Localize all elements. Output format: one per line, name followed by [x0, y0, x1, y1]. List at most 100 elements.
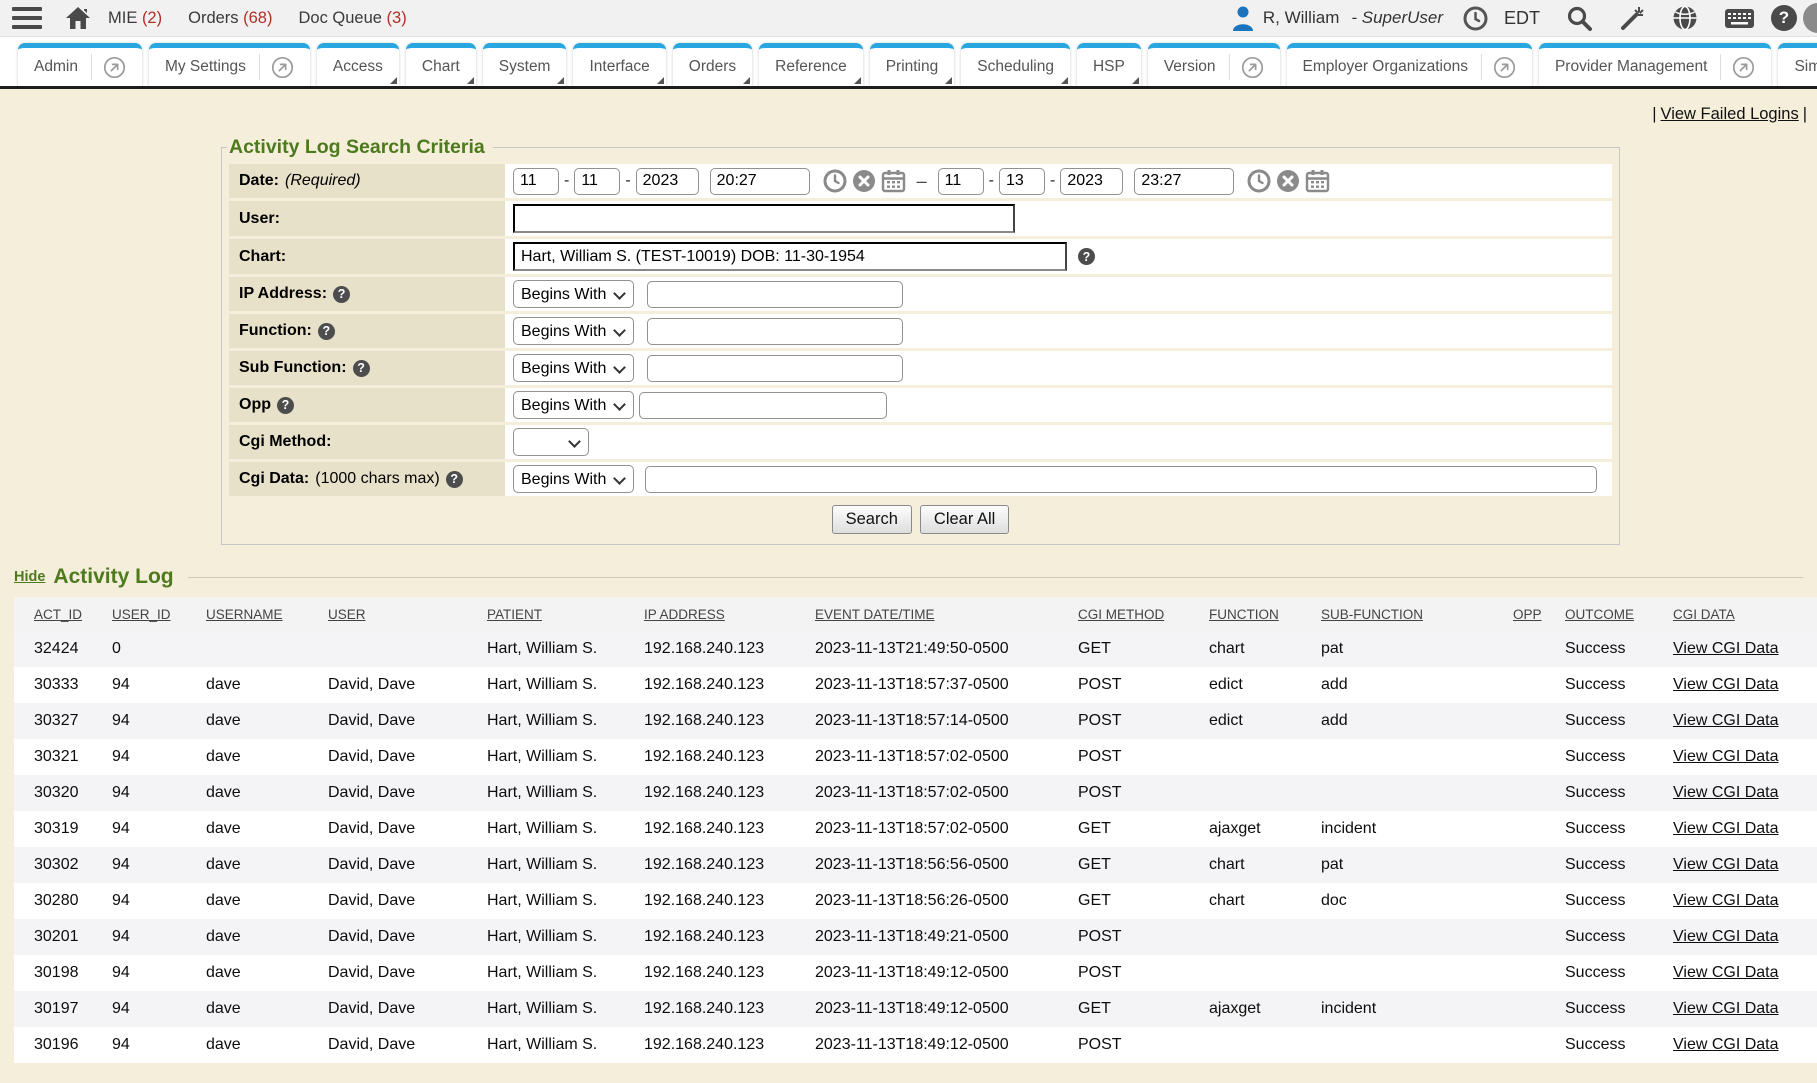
cgi-method-select[interactable] [513, 428, 589, 456]
clipped-edge-icon[interactable] [1803, 3, 1817, 33]
time-to-input[interactable] [1134, 168, 1234, 195]
view-cgi-data-link[interactable]: View CGI Data [1673, 928, 1779, 945]
view-cgi-data-link[interactable]: View CGI Data [1673, 1000, 1779, 1017]
date-to-month-input[interactable] [938, 168, 984, 195]
module-tab[interactable]: Chart [406, 43, 476, 86]
column-sort-link[interactable]: IP ADDRESS [644, 607, 725, 622]
function-help-icon[interactable]: ? [318, 323, 335, 340]
view-cgi-data-link[interactable]: View CGI Data [1673, 712, 1779, 729]
date-from-month-input[interactable] [513, 168, 559, 195]
cgi-data-label: Cgi Data: [239, 470, 309, 488]
cgi-data-input[interactable] [645, 466, 1597, 493]
view-cgi-data-link[interactable]: View CGI Data [1673, 820, 1779, 837]
column-sort-link[interactable]: EVENT DATE/TIME [815, 607, 935, 622]
module-tab[interactable]: Reference [759, 43, 863, 86]
chart-help-icon[interactable]: ? [1078, 248, 1095, 265]
view-cgi-data-link[interactable]: View CGI Data [1673, 676, 1779, 693]
column-sort-link[interactable]: CGI METHOD [1078, 607, 1164, 622]
cell-act-id: 30302 [14, 847, 92, 883]
date-from-day-input[interactable] [574, 168, 620, 195]
ip-match-select[interactable]: Begins With [513, 280, 634, 308]
module-tab[interactable]: Provider Management [1539, 43, 1772, 86]
ip-input[interactable] [647, 281, 903, 308]
module-tab[interactable]: My Settings [149, 43, 310, 86]
cgi-data-match-select[interactable]: Begins With [513, 465, 634, 493]
magic-wand-icon[interactable] [1619, 5, 1646, 32]
ip-help-icon[interactable]: ? [333, 286, 350, 303]
clear-date-icon[interactable] [852, 169, 876, 193]
time-picker-icon[interactable] [1247, 169, 1271, 193]
date-to-year-input[interactable] [1060, 168, 1123, 195]
top-nav-item[interactable]: Orders (68) [188, 9, 272, 28]
time-from-input[interactable] [710, 168, 810, 195]
column-sort-link[interactable]: CGI DATA [1673, 607, 1735, 622]
table-row: 30321 94 dave David, Dave Hart, William … [14, 739, 1817, 775]
module-tab[interactable]: Employer Organizations [1287, 43, 1532, 86]
calendar-icon[interactable] [1305, 169, 1330, 193]
nav-count-badge: (3) [387, 9, 407, 27]
view-cgi-data-link[interactable]: View CGI Data [1673, 856, 1779, 873]
help-icon[interactable]: ? [1771, 5, 1797, 31]
chart-input[interactable] [513, 242, 1067, 271]
column-sort-link[interactable]: OUTCOME [1565, 607, 1634, 622]
date-from-year-input[interactable] [636, 168, 699, 195]
module-tab[interactable]: Admin [18, 43, 142, 86]
view-cgi-data-link[interactable]: View CGI Data [1673, 964, 1779, 981]
sub-function-input[interactable] [647, 355, 903, 382]
keyboard-icon[interactable] [1724, 7, 1755, 30]
hamburger-menu-icon[interactable] [12, 7, 42, 29]
opp-help-icon[interactable]: ? [277, 397, 294, 414]
sub-function-help-icon[interactable]: ? [353, 360, 370, 377]
module-tab[interactable]: Orders [673, 43, 752, 86]
column-sort-link[interactable]: FUNCTION [1209, 607, 1279, 622]
search-icon[interactable] [1566, 5, 1593, 32]
cell-user: David, Dave [308, 703, 467, 739]
column-sort-link[interactable]: USER [328, 607, 366, 622]
clock-icon[interactable] [1463, 6, 1488, 31]
user-input[interactable] [513, 204, 1015, 233]
top-nav-item[interactable]: Doc Queue (3) [298, 9, 406, 28]
column-header: PATIENT [467, 597, 624, 631]
module-tab[interactable]: Scheduling [961, 43, 1070, 86]
column-sort-link[interactable]: PATIENT [487, 607, 542, 622]
view-cgi-data-link[interactable]: View CGI Data [1673, 784, 1779, 801]
home-icon[interactable] [64, 5, 92, 31]
module-tab[interactable]: Version [1148, 43, 1280, 86]
view-cgi-data-link[interactable]: View CGI Data [1673, 892, 1779, 909]
module-tab[interactable]: Interface [573, 43, 665, 86]
column-sort-link[interactable]: SUB-FUNCTION [1321, 607, 1423, 622]
calendar-icon[interactable] [881, 169, 906, 193]
cell-user [308, 631, 467, 667]
module-tab[interactable]: System [483, 43, 567, 86]
date-to-day-input[interactable] [999, 168, 1045, 195]
cell-act-id: 30201 [14, 919, 92, 955]
sub-function-match-select[interactable]: Begins With [513, 354, 634, 382]
function-input[interactable] [647, 318, 903, 345]
view-failed-logins-link[interactable]: View Failed Logins [1661, 105, 1799, 123]
clear-all-button[interactable]: Clear All [920, 505, 1009, 534]
globe-icon[interactable] [1672, 5, 1698, 31]
view-cgi-data-link[interactable]: View CGI Data [1673, 748, 1779, 765]
top-nav-item[interactable]: MIE (2) [108, 9, 162, 28]
opp-match-select[interactable]: Begins With [513, 391, 634, 419]
dropdown-corner-icon [1061, 77, 1068, 84]
module-tab[interactable]: HSP [1077, 43, 1141, 86]
time-picker-icon[interactable] [823, 169, 847, 193]
view-cgi-data-link[interactable]: View CGI Data [1673, 640, 1779, 657]
cell-function [1189, 955, 1301, 991]
clear-date-icon[interactable] [1276, 169, 1300, 193]
module-tab[interactable]: Similar Exposure [1778, 43, 1817, 86]
user-menu[interactable]: R, William - SuperUser [1231, 5, 1443, 31]
view-cgi-data-link[interactable]: View CGI Data [1673, 1036, 1779, 1053]
opp-input[interactable] [639, 392, 887, 419]
column-sort-link[interactable]: USERNAME [206, 607, 283, 622]
function-match-select[interactable]: Begins With [513, 317, 634, 345]
column-sort-link[interactable]: ACT_ID [34, 607, 82, 622]
module-tab[interactable]: Printing [870, 43, 955, 86]
module-tab[interactable]: Access [317, 43, 399, 86]
column-sort-link[interactable]: USER_ID [112, 607, 171, 622]
cgi-data-help-icon[interactable]: ? [446, 471, 463, 488]
column-sort-link[interactable]: OPP [1513, 607, 1542, 622]
search-button[interactable]: Search [832, 505, 912, 534]
hide-link[interactable]: Hide [14, 569, 45, 585]
